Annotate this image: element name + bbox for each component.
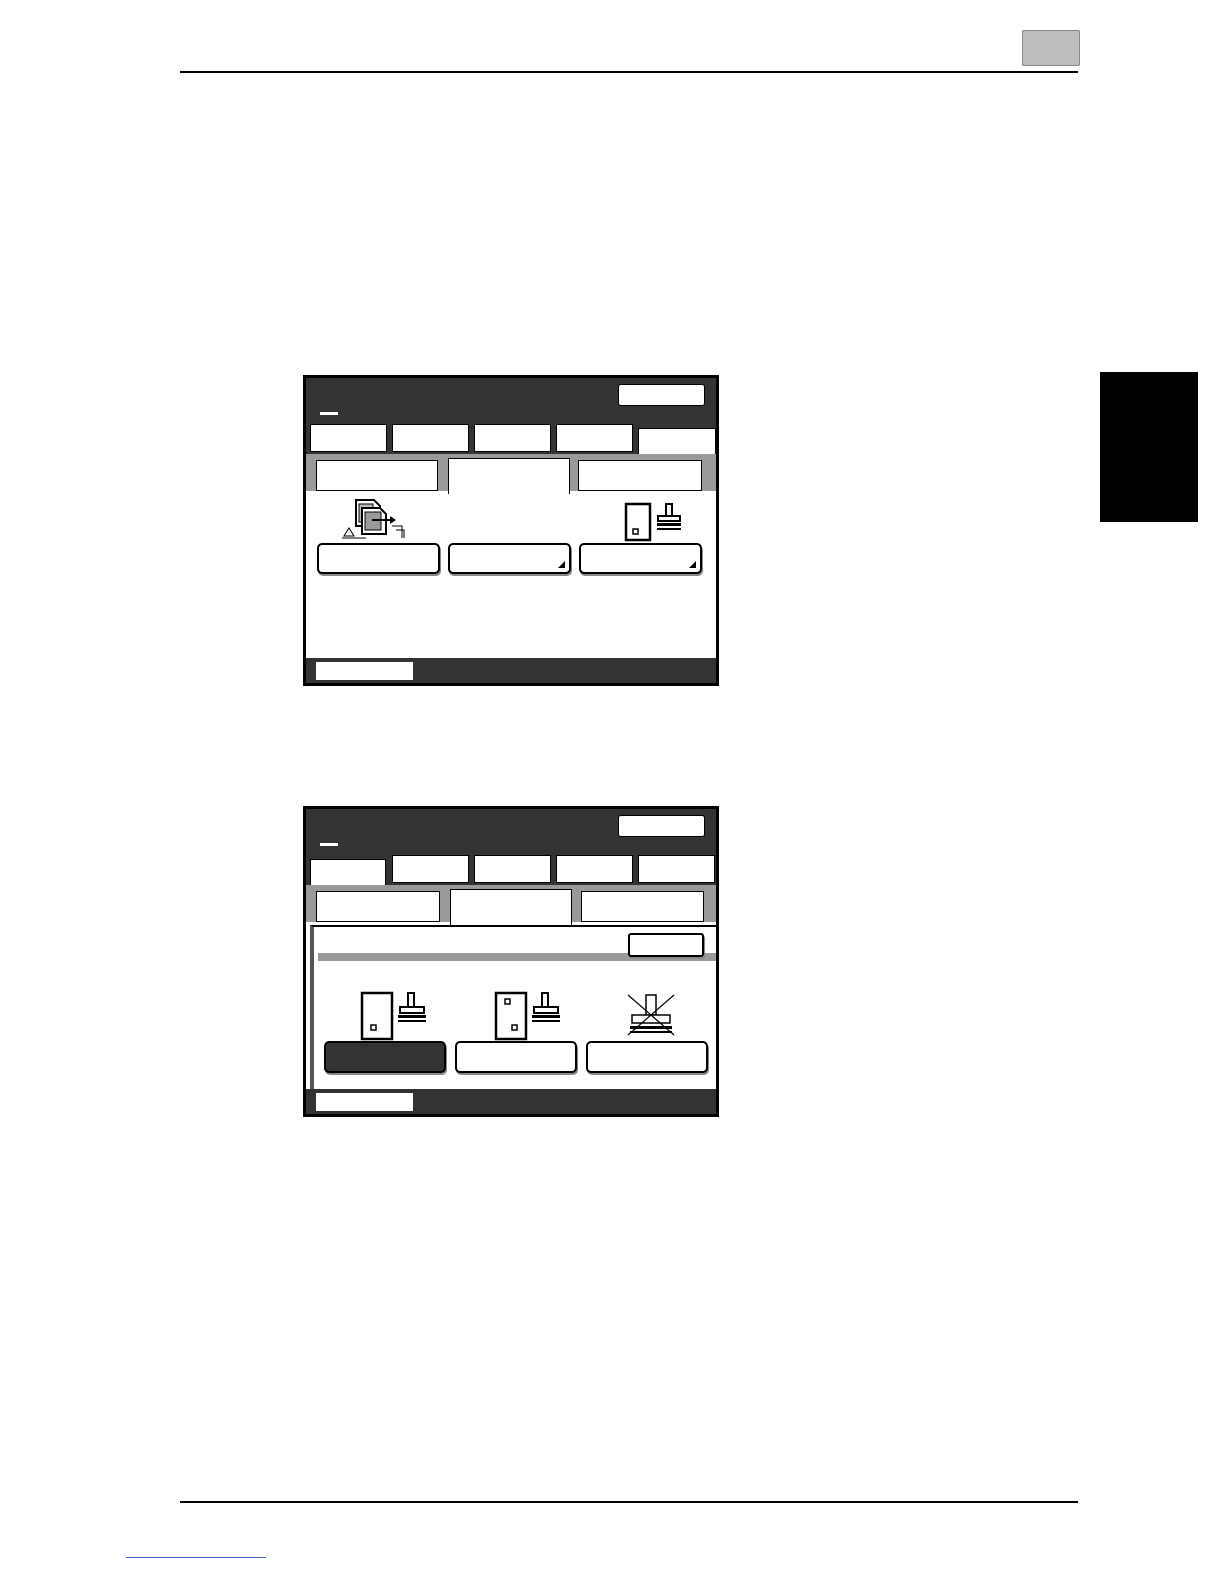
sub-tab-2-active[interactable] (448, 458, 570, 494)
control-panel-screen-2 (303, 806, 719, 1117)
dialog-ok-button[interactable] (628, 933, 704, 957)
control-panel-screen-1 (303, 375, 719, 686)
header-button[interactable] (618, 815, 705, 837)
page-shift-icon (340, 496, 412, 540)
stamp-option-one-corner[interactable] (324, 1041, 446, 1073)
main-tab-4[interactable] (556, 855, 633, 883)
header-rule (180, 71, 1078, 73)
sub-tab-1[interactable] (316, 891, 440, 922)
footer-rule (180, 1501, 1078, 1503)
main-tab-3[interactable] (474, 424, 551, 452)
page-shift-button[interactable] (317, 543, 440, 574)
header-dash (320, 843, 338, 846)
header-dash (320, 412, 338, 415)
main-tab-1-active[interactable] (310, 859, 386, 886)
chapter-number-box (1022, 30, 1080, 66)
more-options-indicator-icon (689, 561, 696, 568)
sub-tab-3[interactable] (578, 460, 702, 491)
more-options-indicator-icon (558, 561, 565, 568)
main-tab-1[interactable] (310, 424, 387, 452)
stamp-page-icon (624, 500, 688, 542)
stamp-option-none[interactable] (586, 1041, 708, 1073)
main-tab-3[interactable] (474, 855, 551, 883)
function-button-2[interactable] (448, 543, 571, 574)
no-stamp-icon (620, 991, 684, 1041)
main-tab-5[interactable] (638, 855, 715, 883)
side-chapter-tab (1100, 372, 1198, 522)
sub-tab-3[interactable] (581, 891, 704, 922)
main-tab-2[interactable] (392, 855, 469, 883)
sub-tab-1[interactable] (316, 460, 438, 491)
footer-status-box (316, 1093, 413, 1111)
stamp-button[interactable] (579, 543, 702, 574)
main-tab-5-active[interactable] (638, 428, 716, 455)
header-button[interactable] (618, 384, 705, 406)
settings-dialog (310, 925, 716, 1095)
main-tab-4[interactable] (556, 424, 633, 452)
stamp-one-corner-icon (360, 991, 434, 1041)
sub-tab-2-active[interactable] (450, 889, 572, 925)
stamp-two-corners-icon (494, 991, 568, 1041)
footer-link-underline[interactable] (126, 1557, 266, 1558)
main-tab-2[interactable] (392, 424, 469, 452)
stamp-option-two-corners[interactable] (455, 1041, 577, 1073)
footer-status-box (316, 662, 413, 680)
